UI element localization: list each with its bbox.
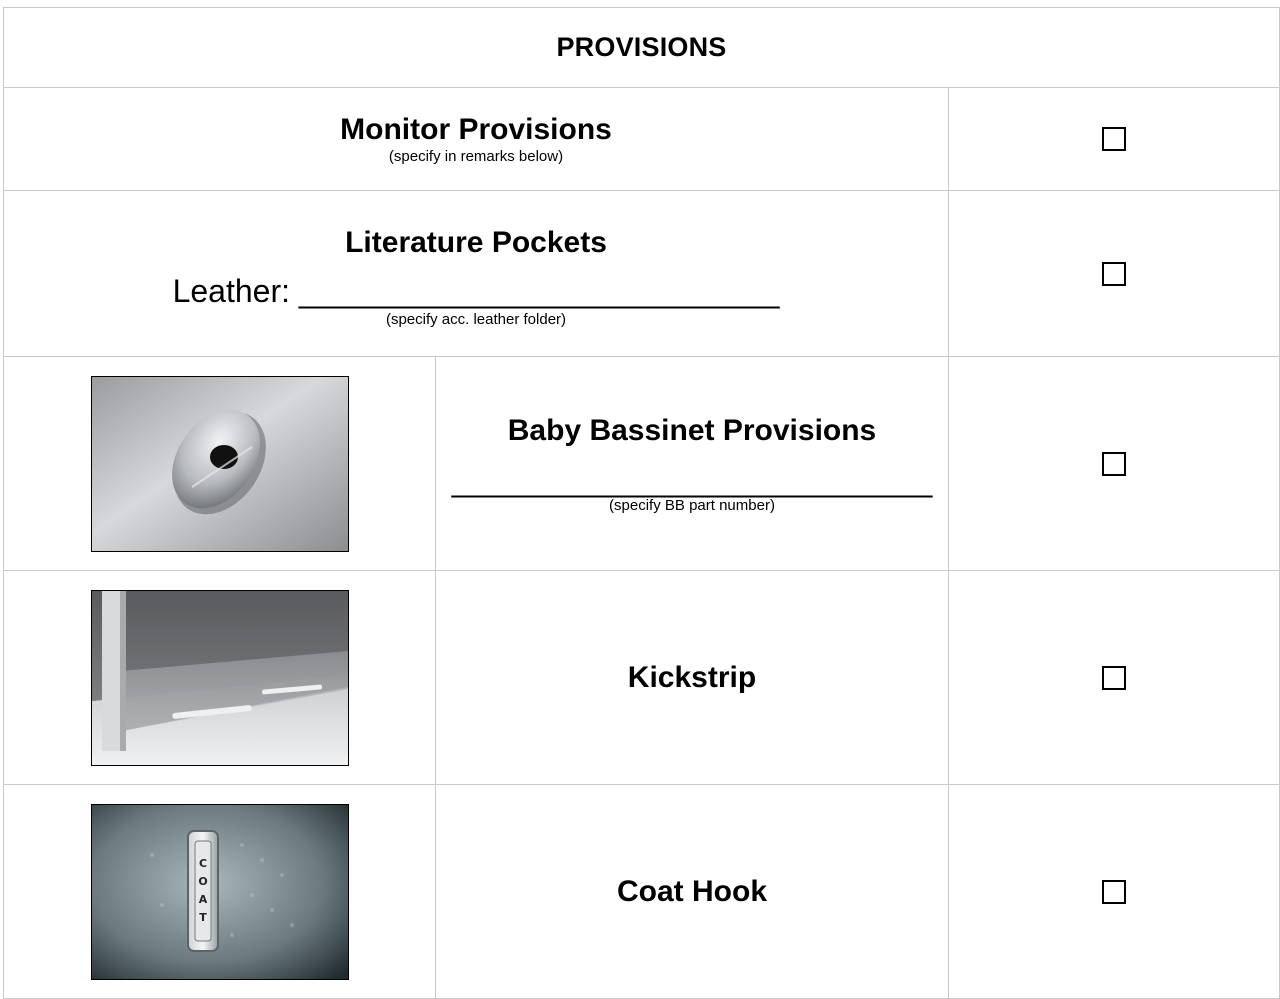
page-title: PROVISIONS [556,32,727,62]
bassinet-image-cell [3,356,436,571]
leather-label: Leather: [172,272,299,309]
provisions-form: PROVISIONS Monitor Provisions (specify i… [3,7,1280,999]
kickstrip-title: Kickstrip [627,660,757,694]
table-header-row: PROVISIONS [3,7,1280,88]
coat-hook-title: Coat Hook [617,874,767,908]
literature-checkbox-cell [948,190,1280,357]
bb-part-number-field[interactable]: ___________________________ [436,463,948,497]
table-row: Kickstrip [3,570,1280,785]
leather-blank-line[interactable]: ___________________________ [299,273,780,309]
bassinet-text-cell: Baby Bassinet Provisions _______________… [435,356,949,571]
header-cell: PROVISIONS [3,7,1280,88]
literature-pockets-checkbox[interactable] [1102,261,1126,286]
monitor-checkbox-cell [948,87,1280,191]
kickstrip-checkbox[interactable] [1102,665,1126,690]
monitor-provisions-cell: Monitor Provisions (specify in remarks b… [3,87,949,191]
table-row: Literature Pockets Leather: ____________… [3,190,1280,357]
literature-pockets-title: Literature Pockets [345,225,607,259]
coathook-image-cell: C O A T [3,784,436,999]
coat-hook-checkbox[interactable] [1102,879,1126,904]
svg-text:O: O [198,875,207,888]
leather-field[interactable]: Leather: ___________________________ [4,271,948,311]
kickstrip-checkbox-cell [948,570,1280,785]
coat-hook-photo: C O A T [90,803,349,980]
literature-pockets-cell: Literature Pockets Leather: ____________… [3,190,949,357]
bassinet-provisions-checkbox[interactable] [1102,451,1126,476]
kickstrip-photo [90,589,349,766]
svg-text:A: A [198,893,207,906]
bassinet-note: (specify BB part number) [609,496,775,514]
bassinet-checkbox-cell [948,356,1280,571]
bassinet-provisions-title: Baby Bassinet Provisions [507,413,877,447]
monitor-provisions-title: Monitor Provisions [340,113,612,146]
monitor-provisions-note: (specify in remarks below) [388,148,564,165]
kickstrip-image-cell [3,570,436,785]
svg-text:C: C [198,857,206,870]
monitor-provisions-checkbox[interactable] [1102,127,1126,151]
bassinet-fitting-photo [90,375,349,552]
coathook-checkbox-cell [948,784,1280,999]
table-row: Monitor Provisions (specify in remarks b… [3,87,1280,191]
coathook-text-cell: Coat Hook [435,784,949,999]
literature-pockets-note: (specify acc. leather folder) [385,310,567,328]
provisions-table: PROVISIONS Monitor Provisions (specify i… [3,7,1280,999]
kickstrip-text-cell: Kickstrip [435,570,949,785]
table-row: C O A T Coat Hook [3,784,1280,999]
table-row: Baby Bassinet Provisions _______________… [3,356,1280,571]
svg-text:T: T [199,911,207,924]
